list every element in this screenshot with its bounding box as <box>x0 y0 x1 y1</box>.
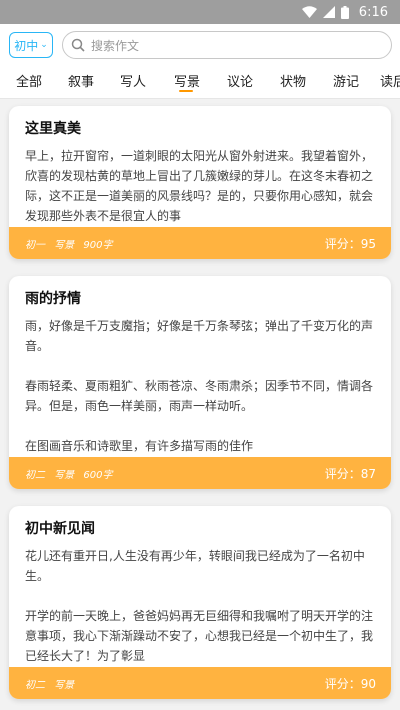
essay-title: 雨的抒情 <box>25 291 81 307</box>
essay-meta: 初一 写景 900字 <box>25 236 118 251</box>
chevron-down-icon: ⌄ <box>40 40 48 50</box>
active-tab-indicator <box>179 90 193 92</box>
essay-excerpt: 早上，拉开窗帘，一道刺眼的太阳光从窗外射进来。我望着窗外，欣喜的发现枯黄的草地上… <box>25 146 377 226</box>
essay-score: 评分：95 <box>324 236 376 251</box>
excerpt-paragraph: 开学的前一天晚上，爸爸妈妈再无巨细得和我嘱咐了明天开学的注意事项，我心下渐渐躁动… <box>25 609 374 663</box>
essay-genre: 写景 <box>54 679 75 691</box>
essay-card[interactable]: 雨的抒情 雨，好像是千万支魔指；好像是千万条琴弦；弹出了千变万化的声音。 春雨轻… <box>9 276 391 489</box>
search-row: 初中 ⌄ 搜索作文 <box>0 24 400 66</box>
wifi-icon <box>301 6 317 18</box>
search-input[interactable]: 搜索作文 <box>62 31 392 59</box>
grade-select[interactable]: 初中 ⌄ <box>9 32 53 58</box>
tab-narrative[interactable]: 叙事 <box>68 71 94 90</box>
tab-object[interactable]: 状物 <box>280 71 306 90</box>
signal-icon <box>322 6 335 18</box>
status-bar: 6:16 <box>0 0 400 24</box>
excerpt-paragraph: 早上，拉开窗帘，一道刺眼的太阳光从窗外射进来。我望着窗外，欣喜的发现枯黄的草地上… <box>25 149 374 223</box>
tab-scenery[interactable]: 写景 <box>174 71 200 90</box>
essay-grade: 初一 <box>25 239 45 251</box>
tab-portrait[interactable]: 写人 <box>120 71 146 90</box>
tab-all[interactable]: 全部 <box>16 71 42 90</box>
essay-card[interactable]: 初中新见闻 花儿还有重开日,人生没有再少年，转眼间我已经成为了一名初中生。 开学… <box>9 506 391 699</box>
excerpt-paragraph: 花儿还有重开日,人生没有再少年，转眼间我已经成为了一名初中生。 <box>25 549 365 583</box>
tab-argument[interactable]: 议论 <box>227 71 253 90</box>
essay-footer: 初一 写景 900字 评分：95 <box>9 227 391 259</box>
essay-card[interactable]: 这里真美 早上，拉开窗帘，一道刺眼的太阳光从窗外射进来。我望着窗外，欣喜的发现枯… <box>9 106 391 259</box>
essay-meta: 初二 写景 <box>25 676 86 691</box>
essay-word-count: 600字 <box>83 469 113 481</box>
search-icon <box>71 38 85 52</box>
essay-word-count: 900字 <box>83 239 113 251</box>
tab-travel[interactable]: 游记 <box>333 71 359 90</box>
essay-footer: 初二 写景 600字 评分：87 <box>9 457 391 489</box>
status-time: 6:16 <box>358 4 388 20</box>
grade-select-label: 初中 <box>14 38 39 53</box>
essay-meta: 初二 写景 600字 <box>25 466 118 481</box>
essay-score: 评分：87 <box>324 466 376 481</box>
essay-grade: 初二 <box>25 679 45 691</box>
essay-excerpt: 花儿还有重开日,人生没有再少年，转眼间我已经成为了一名初中生。 开学的前一天晚上… <box>25 546 377 666</box>
essay-title: 这里真美 <box>25 121 81 137</box>
essay-genre: 写景 <box>54 469 75 481</box>
excerpt-paragraph: 雨，好像是千万支魔指；好像是千万条琴弦；弹出了千变万化的声音。 <box>25 319 374 353</box>
essay-footer: 初二 写景 评分：90 <box>9 667 391 699</box>
essay-genre: 写景 <box>54 239 75 251</box>
excerpt-paragraph: 在图画音乐和诗歌里，有许多描写雨的佳作 <box>25 439 254 453</box>
essay-score: 评分：90 <box>324 676 376 691</box>
tab-reading[interactable]: 读后 <box>380 71 400 90</box>
essay-title: 初中新见闻 <box>25 521 95 537</box>
battery-icon <box>340 5 349 19</box>
essay-excerpt: 雨，好像是千万支魔指；好像是千万条琴弦；弹出了千变万化的声音。 春雨轻柔、夏雨粗… <box>25 316 377 456</box>
essay-grade: 初二 <box>25 469 45 481</box>
category-tabs: 全部 叙事 写人 写景 议论 状物 游记 读后 <box>0 66 400 99</box>
search-placeholder: 搜索作文 <box>91 38 140 53</box>
excerpt-paragraph: 春雨轻柔、夏雨粗犷、秋雨苍凉、冬雨肃杀；因季节不同，情调各异。但是，雨色一样美丽… <box>25 379 374 413</box>
